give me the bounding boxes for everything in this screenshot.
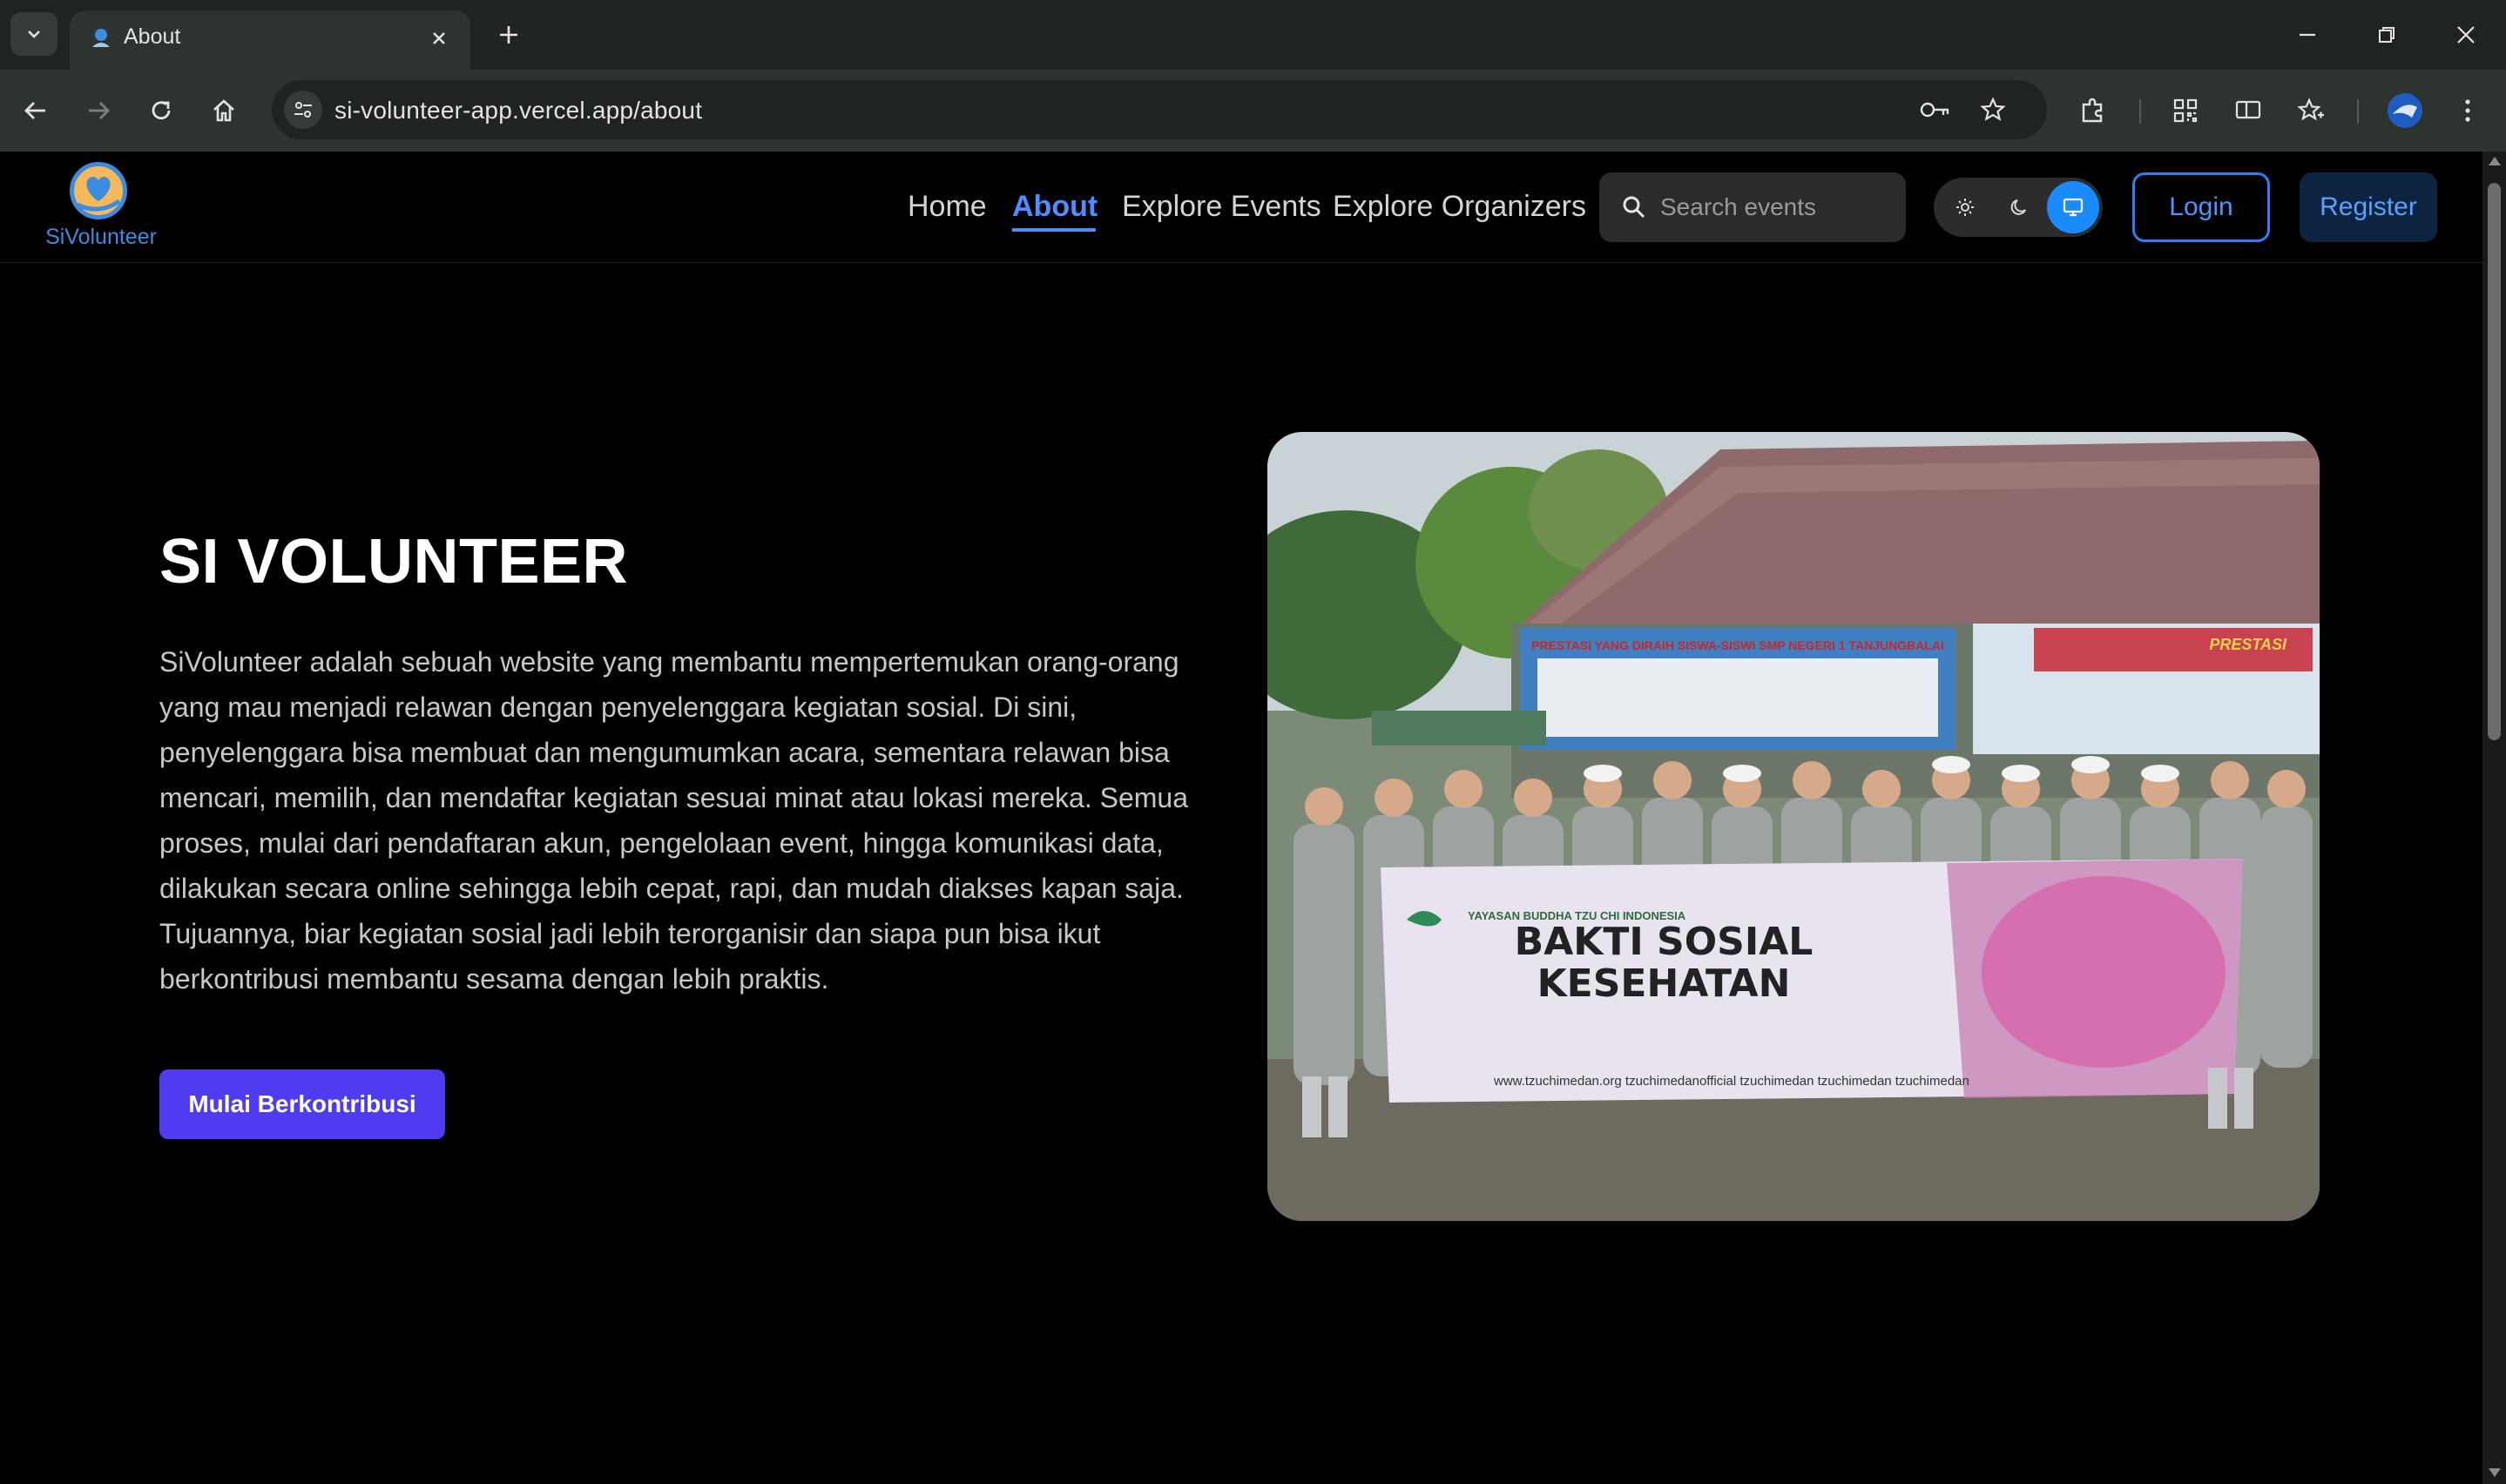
scroll-down-arrow-icon[interactable] [2489, 1468, 2501, 1477]
photo-banner-title-line2: KESEHATAN [1537, 961, 1791, 1006]
toolbar-divider [2139, 99, 2141, 124]
site-header: SiVolunteer Home About Explore Events Ex… [0, 152, 2482, 263]
photo-poster-left-text: PRESTASI YANG DIRAIH SISWA-SISWI SMP NEG… [1531, 638, 1944, 652]
page-scrollbar[interactable] [2482, 152, 2506, 1484]
scrollbar-thumb[interactable] [2488, 183, 2501, 740]
reload-icon[interactable] [139, 89, 183, 132]
site-logo[interactable]: SiVolunteer [42, 162, 160, 256]
nav-active-underline [1012, 228, 1096, 232]
search-events-input[interactable]: Search events [1599, 172, 1906, 242]
minimize-window-icon[interactable] [2277, 12, 2338, 57]
browser-tab-strip: About [0, 0, 2506, 70]
profile-avatar-icon[interactable] [2383, 89, 2427, 132]
photo-poster-right-text: PRESTASI [2209, 636, 2287, 653]
browser-menu-kebab-icon[interactable] [2446, 89, 2489, 132]
nav-about-link[interactable]: About [1012, 190, 1098, 224]
cast-reading-mode-icon[interactable] [2226, 89, 2270, 132]
password-key-icon[interactable] [1916, 91, 1955, 129]
search-placeholder: Search events [1660, 193, 1816, 220]
restore-window-icon[interactable] [2356, 12, 2417, 57]
address-bar[interactable]: si-volunteer-app.vercel.app/about [272, 80, 2047, 139]
moon-icon[interactable] [1993, 181, 2045, 233]
search-icon [1623, 196, 1645, 219]
hero-photo: PRESTASI YANG DIRAIH SISWA-SISWI SMP NEG… [1267, 432, 2320, 1221]
tab-close-icon[interactable] [423, 23, 455, 54]
site-favicon-icon [92, 29, 110, 47]
login-button[interactable]: Login [2132, 172, 2270, 242]
browser-tab-active[interactable]: About [70, 10, 470, 70]
qr-code-icon[interactable] [2164, 89, 2207, 132]
bookmark-star-icon[interactable] [1974, 91, 2012, 129]
tab-title: About [124, 24, 181, 49]
favorites-star-icon[interactable] [2289, 89, 2333, 132]
hero-title: SI VOLUNTEER [159, 527, 629, 597]
logo-text: SiVolunteer [45, 225, 157, 249]
scroll-up-arrow-icon[interactable] [2489, 157, 2501, 165]
home-icon[interactable] [202, 89, 246, 132]
start-contributing-button[interactable]: Mulai Berkontribusi [159, 1069, 445, 1139]
nav-explore-events-link[interactable]: Explore Events [1122, 190, 1321, 224]
tab-search-button[interactable] [10, 12, 57, 56]
back-arrow-icon[interactable] [14, 89, 57, 132]
forward-arrow-icon[interactable] [77, 89, 120, 132]
sun-icon[interactable] [1939, 181, 1991, 233]
volunteer-group-photo-image: PRESTASI YANG DIRAIH SISWA-SISWI SMP NEG… [1267, 432, 2320, 1221]
heart-hand-logo-icon [70, 162, 127, 219]
site-settings-icon[interactable] [284, 91, 322, 129]
monitor-icon[interactable] [2047, 181, 2099, 233]
chevron-down-icon [28, 30, 40, 38]
hero-description: SiVolunteer adalah sebuah website yang m… [159, 646, 1189, 995]
new-tab-plus-icon[interactable] [490, 16, 528, 54]
register-button[interactable]: Register [2300, 172, 2437, 242]
nav-explore-organizers-link[interactable]: Explore Organizers [1333, 190, 1586, 224]
nav-home-link[interactable]: Home [908, 190, 987, 224]
photo-banner-title-line1: BAKTI SOSIAL [1515, 920, 1814, 964]
extensions-puzzle-icon[interactable] [2071, 89, 2115, 132]
theme-switcher [1934, 178, 2103, 237]
photo-banner-links-text: www.tzuchimedan.org tzuchimedanofficial … [1493, 1074, 1969, 1089]
page-viewport: SiVolunteer Home About Explore Events Ex… [0, 152, 2482, 1484]
browser-toolbar: si-volunteer-app.vercel.app/about [0, 70, 2506, 152]
url-text: si-volunteer-app.vercel.app/about [334, 97, 703, 124]
close-window-icon[interactable] [2435, 12, 2496, 57]
toolbar-divider [2357, 99, 2359, 124]
